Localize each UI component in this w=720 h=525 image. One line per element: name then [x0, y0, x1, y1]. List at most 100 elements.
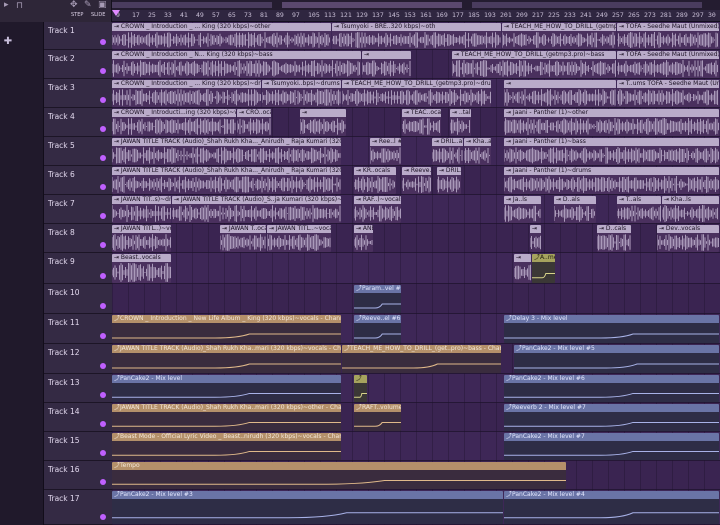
- track-header[interactable]: Track 4: [44, 108, 112, 137]
- track-mute-indicator-icon[interactable]: [100, 333, 106, 339]
- paint-tool-icon[interactable]: ▣: [98, 0, 107, 10]
- track-header[interactable]: Track 10: [44, 284, 112, 314]
- track-mute-indicator-icon[interactable]: [100, 242, 106, 248]
- snap-magnet-icon[interactable]: ⊓: [16, 1, 23, 11]
- track-mute-indicator-icon[interactable]: [100, 97, 106, 103]
- audio-clip[interactable]: ⇥: [300, 109, 346, 136]
- track-header[interactable]: Track 13: [44, 374, 112, 403]
- track-header[interactable]: Track 1: [44, 22, 112, 50]
- track-mute-indicator-icon[interactable]: [100, 450, 106, 456]
- audio-clip[interactable]: ⇥ CRO..ocals: [237, 109, 271, 136]
- audio-clip[interactable]: ⇥ ..tal: [450, 109, 471, 136]
- audio-clip[interactable]: ⇥ D..cals: [597, 225, 631, 252]
- automation-clip[interactable]: ⤴: [354, 375, 367, 402]
- automation-clip[interactable]: ⤴PanCake2 - Mix level #6: [504, 375, 719, 402]
- move-tool-icon[interactable]: ✥: [70, 0, 78, 10]
- audio-clip[interactable]: ⇥ TEACH_ME_HOW_TO_DRILL_(getmp3.pro)~bas…: [452, 51, 616, 78]
- track-mute-indicator-icon[interactable]: [100, 479, 106, 485]
- audio-clip[interactable]: ⇥ TOFA - Seedhe Maut (Unmixed) _ Prod. H…: [617, 51, 719, 78]
- automation-clip[interactable]: ⤴Tempo: [112, 462, 566, 489]
- automation-clip[interactable]: ⤴A..me: [532, 254, 555, 283]
- track-header[interactable]: Track 3: [44, 79, 112, 108]
- track-mute-indicator-icon[interactable]: [100, 184, 106, 190]
- track-mute-indicator-icon[interactable]: [100, 213, 106, 219]
- track-mute-indicator-icon[interactable]: [100, 303, 106, 309]
- automation-clip[interactable]: ⤴Reeverb 2 - Mix level #7: [504, 404, 719, 431]
- audio-clip[interactable]: ⇥ CROWN _ Introduction _ N... King (320 …: [112, 51, 361, 78]
- track-header[interactable]: Track 17: [44, 490, 112, 525]
- audio-clip[interactable]: ⇥ Jaani - Panther (1)~other: [504, 109, 719, 136]
- audio-clip[interactable]: ⇥ JAWAN T..ocals: [220, 225, 266, 252]
- track-header[interactable]: Track 6: [44, 166, 112, 195]
- audio-clip[interactable]: ⇥ Ree..l #5: [370, 138, 401, 165]
- track-mute-indicator-icon[interactable]: [100, 392, 106, 398]
- track-header[interactable]: Track 8: [44, 224, 112, 253]
- audio-clip[interactable]: ⇥ CROWN _ Introducti...ing (320 kbps)~vo…: [112, 109, 236, 136]
- automation-clip[interactable]: ⤴JAWAN TITLE TRACK (Audio)_Shah Rukh Kha…: [112, 345, 341, 373]
- audio-clip[interactable]: ⇥ JAWAN TITL..~vocals: [267, 225, 331, 252]
- audio-clip[interactable]: ⇥: [514, 254, 531, 283]
- audio-clip[interactable]: ⇥ Tsumyoki..bps)~drums: [262, 80, 341, 107]
- automation-clip[interactable]: ⤴CROWN _ Introduction _ New Life Album _…: [112, 315, 341, 343]
- audio-clip[interactable]: ⇥: [504, 80, 616, 107]
- pencil-tool-icon[interactable]: ✎: [84, 0, 92, 10]
- audio-clip[interactable]: ⇥ Kha..als: [464, 138, 491, 165]
- track-mute-indicator-icon[interactable]: [100, 68, 106, 74]
- audio-clip[interactable]: ⇥ JAWAN TITLE TRACK (Audio)_S..ja Kumari…: [172, 196, 341, 223]
- track-header[interactable]: Track 11: [44, 314, 112, 344]
- audio-clip[interactable]: ⇥ ANE..l: [354, 225, 373, 252]
- song-overview-strip[interactable]: [112, 0, 720, 10]
- track-header[interactable]: Track 14: [44, 403, 112, 432]
- audio-clip[interactable]: ⇥ KR..ocals: [354, 167, 396, 194]
- audio-clip[interactable]: ⇥ Jaani - Panther (1)~drums: [504, 167, 719, 194]
- audio-clip[interactable]: ⇥ JAWAN TITLE TRACK (Audio)_Shah Rukh Kh…: [112, 138, 341, 165]
- track-mute-indicator-icon[interactable]: [100, 273, 106, 279]
- automation-clip[interactable]: ⤴PanCake2 - Mix level #7: [504, 433, 719, 460]
- automation-clip[interactable]: ⤴PanCake2 - Mix level: [112, 375, 341, 402]
- audio-clip[interactable]: ⇥ DRIL..me: [437, 167, 461, 194]
- automation-clip[interactable]: ⤴PanCake2 - Mix level #3: [112, 491, 503, 524]
- track-header[interactable]: Track 15: [44, 432, 112, 461]
- track-header[interactable]: Track 2: [44, 50, 112, 79]
- audio-clip[interactable]: ⇥ JAWAN TITLE TRACK (Audio)_Shah Rukh Kh…: [112, 167, 341, 194]
- track-mute-indicator-icon[interactable]: [100, 126, 106, 132]
- audio-clip[interactable]: ⇥ CROWN _ Introduction _ ... King (320 k…: [112, 23, 331, 49]
- audio-clip[interactable]: ⇥: [530, 225, 541, 252]
- automation-clip[interactable]: ⤴PanCake2 - Mix level #4: [504, 491, 719, 524]
- audio-clip[interactable]: ⇥ T..als: [617, 196, 661, 223]
- track-mute-indicator-icon[interactable]: [100, 155, 106, 161]
- playlist-arrangement[interactable]: ⇥ CROWN _ Introduction _ ... King (320 k…: [112, 22, 720, 525]
- audio-clip[interactable]: ⇥ RAF..)~vocals: [354, 196, 401, 223]
- automation-clip[interactable]: ⤴Beast Mode - Official Lyric Video _ Bea…: [112, 433, 341, 460]
- track-header[interactable]: Track 9: [44, 253, 112, 284]
- audio-clip[interactable]: ⇥ Kha..ls: [662, 196, 719, 223]
- audio-clip[interactable]: ⇥ TOFA - Seedhe Maut (Unmixed) _ Prod. H…: [617, 23, 719, 49]
- audio-clip[interactable]: ⇥ JAWAN TIT..s)~drums: [112, 196, 171, 223]
- audio-clip[interactable]: ⇥ Beast..vocals: [112, 254, 171, 283]
- track-mute-indicator-icon[interactable]: [100, 514, 106, 520]
- audio-clip[interactable]: ⇥ T..ums TOFA - Seedhe Maut (Unmixed..d.…: [617, 80, 719, 107]
- audio-clip[interactable]: ⇥ CROWN _ Introduction _ ... King (320 k…: [112, 80, 261, 107]
- audio-clip[interactable]: ⇥ TEACH_ME_HOW_TO_DRILL_(getmp3.pro)~oth…: [502, 23, 616, 49]
- audio-clip[interactable]: ⇥ Reeve..el: [402, 167, 431, 194]
- timeline-ruler[interactable]: 9 17 25 33 41 49 57 65 73 81 89 97 105 113 121 129 137 14…: [112, 10, 720, 22]
- audio-clip[interactable]: ⇥ TEAC..ocals: [402, 109, 441, 136]
- automation-clip[interactable]: ⤴Param..vel #2: [354, 285, 401, 313]
- track-header[interactable]: Track 16: [44, 461, 112, 490]
- audio-clip[interactable]: ⇥ D..als: [554, 196, 596, 223]
- automation-clip[interactable]: ⤴Reeve..el #6: [354, 315, 401, 343]
- track-header[interactable]: Track 7: [44, 195, 112, 224]
- track-mute-indicator-icon[interactable]: [100, 363, 106, 369]
- automation-clip[interactable]: ⤴JAWAN TITLE TRACK (Audio)_Shah Rukh Kha…: [112, 404, 341, 431]
- audio-clip[interactable]: ⇥ Dev..vocals: [657, 225, 719, 252]
- audio-clip[interactable]: ⇥ TEACH_ME_HOW_TO_DRILL_(getmp3.pro)~dru…: [342, 80, 491, 107]
- menu-arrow-icon[interactable]: ▸: [4, 0, 9, 10]
- track-mute-indicator-icon[interactable]: [100, 421, 106, 427]
- automation-clip[interactable]: ⤴Delay 3 - Mix level: [504, 315, 719, 343]
- playhead-marker[interactable]: [112, 10, 120, 16]
- track-mute-indicator-icon[interactable]: [100, 39, 106, 45]
- automation-clip[interactable]: ⤴TEACH_ME_HOW_TO_DRILL_(get..pro)~bass -…: [342, 345, 501, 373]
- audio-clip[interactable]: ⇥ Jaani - Panther (1)~bass: [504, 138, 719, 165]
- audio-clip[interactable]: ⇥ JAWAN TITL..)~vocals: [112, 225, 171, 252]
- automation-clip[interactable]: ⤴PanCake2 - Mix level #5: [514, 345, 719, 373]
